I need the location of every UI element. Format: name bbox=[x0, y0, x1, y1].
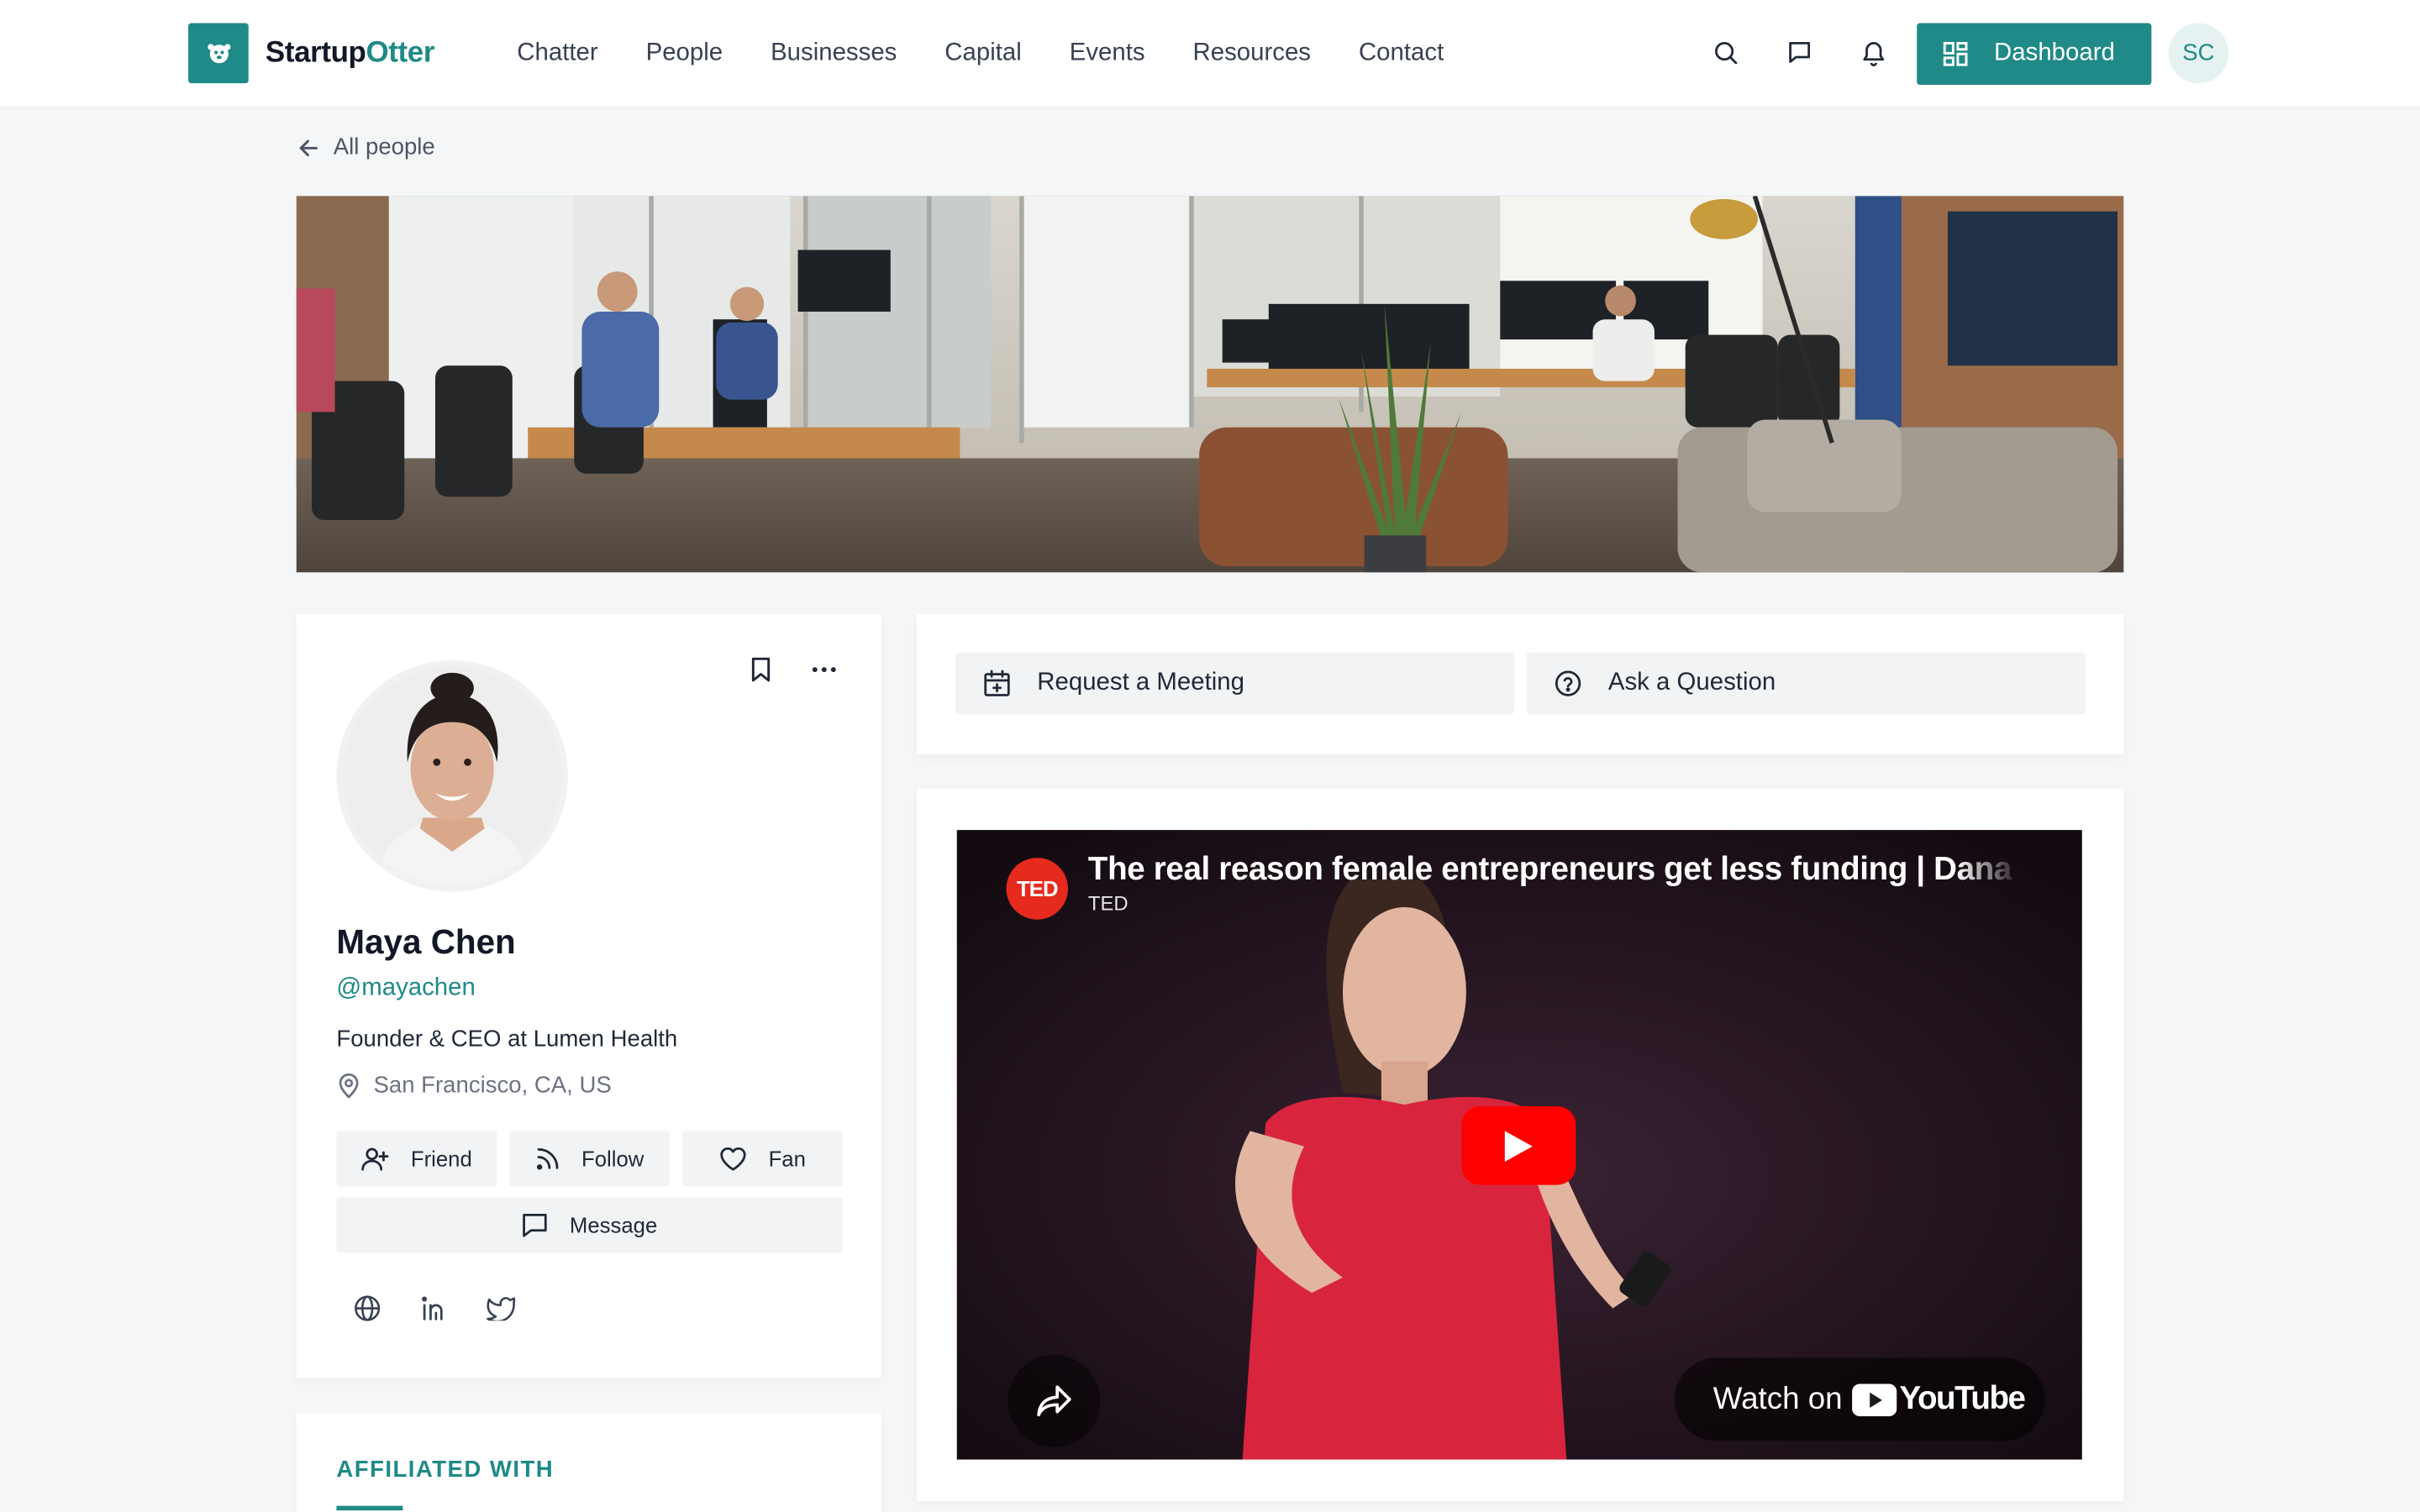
dashboard-button[interactable]: Dashboard bbox=[1917, 23, 2152, 86]
search-icon[interactable] bbox=[1707, 34, 1744, 71]
ask-question-label: Ask a Question bbox=[1607, 669, 1776, 696]
bell-icon[interactable] bbox=[1855, 34, 1892, 71]
profile-photo bbox=[336, 660, 568, 892]
affiliated-with-card: AFFILIATED WITH bbox=[296, 1413, 881, 1512]
profile-location: San Francisco, CA, US bbox=[336, 1072, 612, 1099]
chat-icon[interactable] bbox=[1781, 34, 1818, 71]
video-title[interactable]: The real reason female entrepreneurs get… bbox=[1088, 852, 2022, 889]
nav-link-chatter[interactable]: Chatter bbox=[517, 37, 597, 71]
chat-icon bbox=[522, 1213, 548, 1237]
map-pin-icon bbox=[339, 1073, 359, 1099]
affiliated-with-heading: AFFILIATED WITH bbox=[336, 1456, 555, 1483]
calendar-plus-icon bbox=[983, 669, 1011, 697]
brand-name: StartupOtter bbox=[265, 36, 435, 69]
ask-question-button[interactable]: Ask a Question bbox=[1526, 652, 2086, 715]
nav-link-people[interactable]: People bbox=[646, 37, 723, 71]
share-button[interactable] bbox=[1007, 1354, 1101, 1447]
actions-card: Request a Meeting Ask a Question bbox=[917, 614, 2124, 755]
fan-label: Fan bbox=[768, 1146, 806, 1172]
profile-name: Maya Chen bbox=[336, 922, 516, 962]
share-icon bbox=[1037, 1385, 1071, 1417]
message-label: Message bbox=[569, 1212, 658, 1238]
friend-label: Friend bbox=[410, 1146, 472, 1172]
watch-on-label: Watch on bbox=[1712, 1381, 1843, 1416]
profile-card: Maya Chen @mayachen Founder & CEO at Lum… bbox=[296, 614, 881, 1378]
profile-location-label: San Francisco, CA, US bbox=[373, 1072, 612, 1099]
user-avatar[interactable]: SC bbox=[2168, 23, 2229, 84]
follow-button[interactable]: Follow bbox=[509, 1131, 671, 1187]
main-nav: Chatter People Businesses Capital Events… bbox=[517, 37, 1491, 71]
nav-link-businesses[interactable]: Businesses bbox=[771, 37, 897, 71]
play-button[interactable] bbox=[1461, 1105, 1576, 1185]
profile-title: Founder & CEO at Lumen Health bbox=[336, 1026, 678, 1053]
grid-icon bbox=[1943, 41, 1968, 66]
top-nav: StartupOtter Chatter People Businesses C… bbox=[0, 0, 2420, 107]
video-card: TED The real reason female entrepreneurs… bbox=[917, 788, 2124, 1502]
nav-link-capital[interactable]: Capital bbox=[944, 37, 1021, 71]
follow-label: Follow bbox=[581, 1146, 644, 1172]
friend-button[interactable]: Friend bbox=[336, 1131, 497, 1187]
nav-link-resources[interactable]: Resources bbox=[1193, 37, 1311, 71]
user-plus-icon bbox=[361, 1147, 389, 1171]
profile-handle[interactable]: @mayachen bbox=[336, 975, 475, 1003]
linkedin-icon[interactable] bbox=[418, 1293, 450, 1324]
twitter-icon[interactable] bbox=[485, 1293, 516, 1324]
youtube-embed[interactable]: TED The real reason female entrepreneurs… bbox=[956, 830, 2082, 1460]
dashboard-label: Dashboard bbox=[1994, 39, 2115, 66]
play-icon bbox=[1504, 1130, 1533, 1162]
rss-icon bbox=[535, 1147, 560, 1171]
message-button[interactable]: Message bbox=[336, 1197, 843, 1253]
brand-logo[interactable]: StartupOtter bbox=[188, 23, 435, 84]
bookmark-icon[interactable] bbox=[745, 654, 776, 685]
otter-logo-icon bbox=[188, 23, 249, 84]
request-meeting-label: Request a Meeting bbox=[1037, 669, 1244, 696]
back-to-all-people[interactable]: All people bbox=[297, 134, 435, 160]
heading-underline bbox=[336, 1505, 403, 1511]
request-meeting-button[interactable]: Request a Meeting bbox=[955, 652, 1514, 715]
cover-banner-image bbox=[296, 196, 2124, 573]
globe-icon[interactable] bbox=[352, 1293, 383, 1324]
youtube-logo: YouTube bbox=[1851, 1380, 2026, 1418]
watch-on-youtube-link[interactable]: Watch on YouTube bbox=[1674, 1357, 2045, 1441]
help-circle-icon bbox=[1555, 669, 1582, 697]
fan-button[interactable]: Fan bbox=[681, 1131, 843, 1187]
youtube-wordmark: YouTube bbox=[1899, 1380, 2026, 1417]
video-channel[interactable]: TED bbox=[1088, 892, 1128, 916]
nav-link-events[interactable]: Events bbox=[1070, 37, 1145, 71]
nav-link-contact[interactable]: Contact bbox=[1359, 37, 1444, 71]
back-link-label: All people bbox=[333, 134, 435, 161]
youtube-icon bbox=[1851, 1383, 1897, 1416]
heart-icon bbox=[719, 1147, 747, 1171]
more-options-icon[interactable] bbox=[808, 654, 839, 685]
arrow-left-icon bbox=[299, 139, 318, 156]
ted-channel-logo[interactable]: TED bbox=[1006, 858, 1069, 920]
